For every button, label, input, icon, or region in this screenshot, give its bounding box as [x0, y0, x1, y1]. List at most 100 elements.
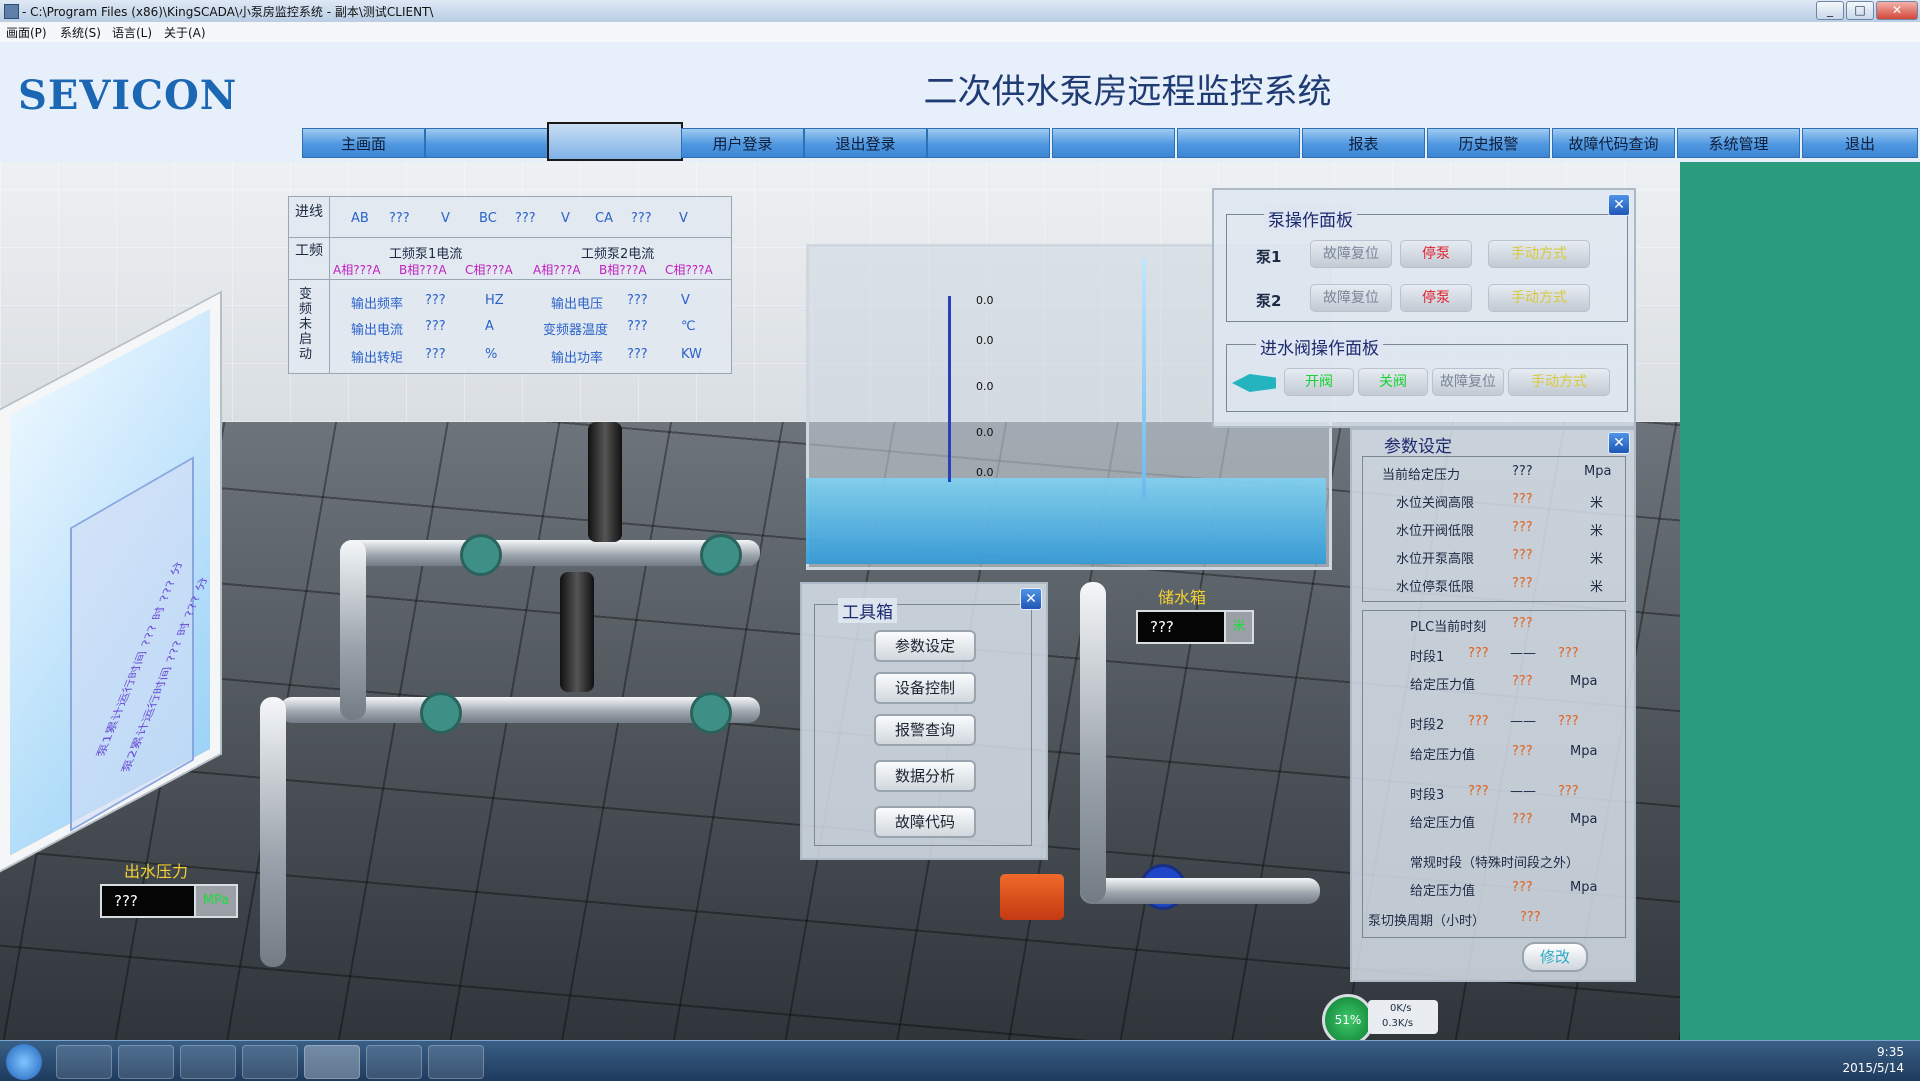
menu-system[interactable]: 系统(S): [60, 24, 101, 41]
modify-button[interactable]: 修改: [1522, 942, 1588, 972]
nav-report[interactable]: 报表: [1302, 128, 1425, 158]
period2-start[interactable]: ???: [1468, 714, 1489, 729]
period2-label: 时段2: [1410, 718, 1445, 733]
table-divider: [289, 279, 731, 280]
voltage-ca-unit: V: [679, 211, 688, 226]
normal-pressure-value[interactable]: ???: [1512, 880, 1533, 895]
parameter-panel: 参数设定 ✕ 当前给定压力 ??? Mpa 水位关阀高限 ??? 米 水位开阀低…: [1350, 428, 1636, 982]
toolbox-title: 工具箱: [838, 598, 897, 623]
pump2-reset-button[interactable]: 故障复位: [1310, 284, 1392, 312]
taskbar-app-icon[interactable]: [180, 1045, 236, 1079]
voltage-ab-value: ???: [389, 211, 410, 226]
menu-language[interactable]: 语言(L): [112, 24, 152, 41]
period1-end[interactable]: ???: [1558, 646, 1579, 661]
menu-screen[interactable]: 画面(P): [6, 24, 47, 41]
taskbar-app-icon[interactable]: [56, 1045, 112, 1079]
nav-alarm-history[interactable]: 历史报警: [1427, 128, 1550, 158]
valve-icon[interactable]: [460, 534, 502, 576]
pump1-phase-a: A相???A: [333, 263, 381, 277]
level-pump-high-value[interactable]: ???: [1512, 548, 1533, 563]
toolbox-param-button[interactable]: 参数设定: [874, 630, 976, 662]
toolbox-analysis-button[interactable]: 数据分析: [874, 760, 976, 792]
taskbar-app-icon[interactable]: [242, 1045, 298, 1079]
nav-login[interactable]: 用户登录: [681, 128, 804, 158]
toolbox-device-button[interactable]: 设备控制: [874, 672, 976, 704]
switch-cycle-value[interactable]: ???: [1520, 910, 1541, 925]
period2-pressure-value[interactable]: ???: [1512, 744, 1533, 759]
pump2-mode-button[interactable]: 手动方式: [1488, 284, 1590, 312]
nav-fault-code[interactable]: 故障代码查询: [1552, 128, 1675, 158]
pump1-motor-icon[interactable]: [588, 422, 622, 542]
period2-pressure-label: 给定压力值: [1410, 748, 1476, 763]
row-label-incoming: 进线: [295, 204, 323, 220]
vfd-temp-unit: ℃: [681, 319, 696, 334]
period1-start[interactable]: ???: [1468, 646, 1489, 661]
maximize-icon[interactable]: □: [1846, 1, 1874, 20]
vfd-volt-value: ???: [627, 293, 648, 308]
close-icon[interactable]: ✕: [1020, 588, 1042, 610]
pump1-stop-button[interactable]: 停泵: [1400, 240, 1472, 268]
period3-pressure-value[interactable]: ???: [1512, 812, 1533, 827]
table-divider: [289, 237, 731, 238]
valve-icon[interactable]: [700, 534, 742, 576]
pump2-label: 泵2: [1256, 292, 1282, 310]
close-window-icon[interactable]: ✕: [1876, 1, 1918, 20]
valve-mode-button[interactable]: 手动方式: [1508, 368, 1610, 396]
scale-tick-label: 0.0: [976, 426, 994, 439]
nav-blank-2[interactable]: [547, 122, 683, 161]
start-button-icon[interactable]: [6, 1044, 42, 1080]
voltage-bc-unit: V: [561, 211, 570, 226]
nav-main[interactable]: 主画面: [302, 128, 425, 158]
current-pressure-value: ???: [1512, 464, 1533, 479]
tank-level-unit: 米: [1224, 610, 1254, 644]
nav-blank-1[interactable]: [425, 128, 548, 158]
pump2-motor-icon[interactable]: [560, 572, 594, 692]
minimize-icon[interactable]: _: [1816, 1, 1844, 20]
vfd-torque-label: 输出转矩: [351, 351, 404, 366]
close-icon[interactable]: ✕: [1608, 194, 1630, 216]
level-open-low-value[interactable]: ???: [1512, 520, 1533, 535]
voltage-ca-pair: CA: [595, 211, 613, 226]
toolbox-faultcode-button[interactable]: 故障代码: [874, 806, 976, 838]
vfd-temp-value: ???: [627, 319, 648, 334]
period1-pressure-value[interactable]: ???: [1512, 674, 1533, 689]
valve-icon[interactable]: [690, 692, 732, 734]
pump1-phase-b: B相???A: [399, 263, 447, 277]
valve-open-button[interactable]: 开阀: [1284, 368, 1354, 396]
app-title: 二次供水泵房远程监控系统: [923, 72, 1332, 112]
vfd-volt-unit: V: [681, 293, 690, 308]
scale-tick-label: 0.0: [976, 334, 994, 347]
nav-blank-5[interactable]: [1177, 128, 1300, 158]
nav-blank-4[interactable]: [1052, 128, 1175, 158]
period3-pressure-unit: Mpa: [1570, 812, 1598, 827]
nav-blank-3[interactable]: [927, 128, 1050, 158]
nav-exit[interactable]: 退出: [1802, 128, 1918, 158]
period2-dash: ——: [1510, 714, 1536, 729]
row-label-line-freq: 工频: [295, 243, 323, 259]
menu-about[interactable]: 关于(A): [164, 24, 206, 41]
pump1-runtime-minute-unit: 分: [167, 561, 186, 576]
period3-start[interactable]: ???: [1468, 784, 1489, 799]
pump1-reset-button[interactable]: 故障复位: [1310, 240, 1392, 268]
period2-end[interactable]: ???: [1558, 714, 1579, 729]
toolbox-alarm-button[interactable]: 报警查询: [874, 714, 976, 746]
pump1-mode-button[interactable]: 手动方式: [1488, 240, 1590, 268]
level-close-high-value[interactable]: ???: [1512, 492, 1533, 507]
valve-icon[interactable]: [420, 692, 462, 734]
close-icon[interactable]: ✕: [1608, 432, 1630, 454]
taskbar-folder-icon[interactable]: [118, 1045, 174, 1079]
nav-logout[interactable]: 退出登录: [804, 128, 927, 158]
nav-system-admin[interactable]: 系统管理: [1677, 128, 1800, 158]
pump1-current-title: 工频泵1电流: [389, 247, 463, 262]
period3-end[interactable]: ???: [1558, 784, 1579, 799]
net-usage-gauge[interactable]: 51%: [1322, 994, 1374, 1046]
toolbox-icon[interactable]: [1000, 874, 1064, 920]
normal-pressure-label: 给定压力值: [1410, 884, 1476, 899]
valve-close-button[interactable]: 关阀: [1358, 368, 1428, 396]
taskbar-app-icon[interactable]: [428, 1045, 484, 1079]
taskbar-scada-icon[interactable]: [304, 1045, 360, 1079]
pump2-stop-button[interactable]: 停泵: [1400, 284, 1472, 312]
level-pump-low-value[interactable]: ???: [1512, 576, 1533, 591]
valve-reset-button[interactable]: 故障复位: [1432, 368, 1504, 396]
taskbar-app-icon[interactable]: [366, 1045, 422, 1079]
